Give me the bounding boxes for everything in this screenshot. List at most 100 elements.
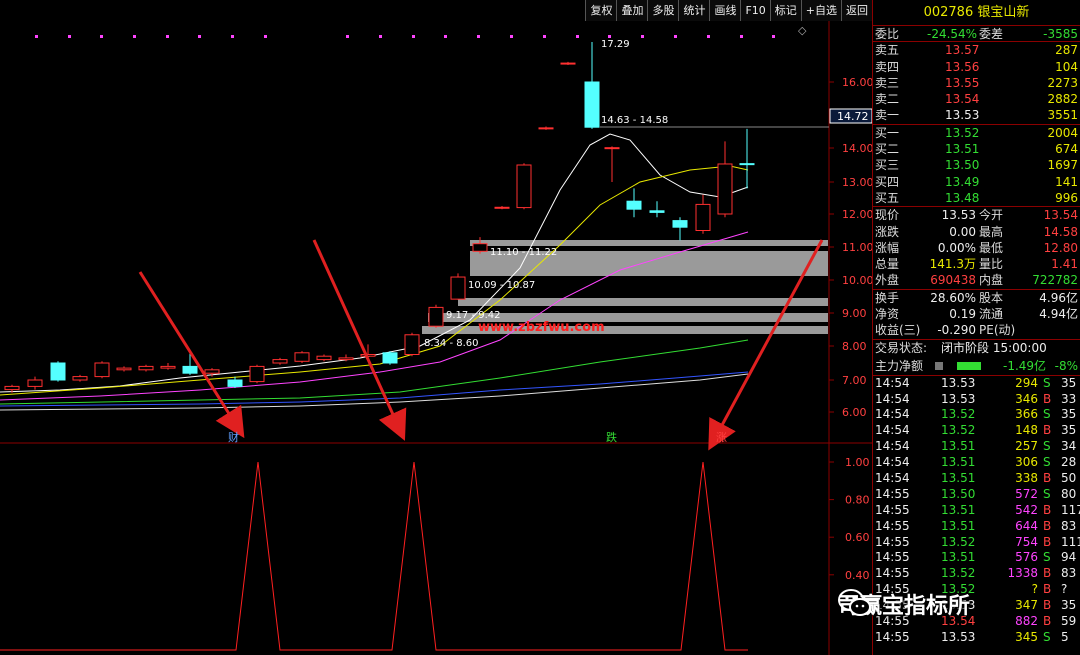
event-marker[interactable]: 跌 [606, 430, 617, 444]
mainforce-toggle-icon[interactable] [935, 361, 943, 370]
trade-time: 14:55 [875, 550, 910, 565]
candle-body[interactable] [272, 359, 288, 364]
stat-label: 最低 [979, 240, 1004, 255]
bid-row: 买二 13.51 674 [873, 141, 1080, 157]
weicha-value: -3585 [1043, 27, 1078, 41]
stat-label: 量比 [979, 257, 1004, 272]
trade-side: B [1043, 518, 1052, 533]
event-marker[interactable]: 财 [228, 430, 239, 444]
trade-price: 13.50 [941, 486, 976, 501]
candle-body[interactable] [584, 81, 600, 128]
ask-label: 卖五 [875, 43, 900, 58]
signal-dot [477, 35, 480, 38]
trade-time: 14:55 [875, 629, 910, 644]
candle-body[interactable] [672, 220, 688, 228]
signal-dot [133, 35, 136, 38]
trade-side: S [1043, 455, 1051, 470]
toolbar-button-5[interactable]: F10 [740, 0, 770, 21]
trade-time: 14:54 [875, 423, 910, 438]
price-axis-label: 14.00 [842, 142, 872, 155]
candle-body[interactable] [227, 379, 243, 387]
candle-body[interactable] [717, 163, 733, 215]
candle-body[interactable] [316, 355, 332, 361]
candle-body[interactable] [695, 203, 711, 231]
candle-body[interactable] [604, 147, 620, 150]
stat-value: 14.58 [1043, 224, 1078, 239]
candle-body[interactable] [204, 369, 220, 374]
quote-panel: 002786 银宝山新 委比 -24.54% 委差 -3585 卖五 13.57 2… [872, 0, 1080, 655]
trade-row: 14:54 13.52 148 B 35 [873, 423, 1080, 439]
candle-body[interactable] [472, 243, 488, 252]
bid-volume: 996 [1055, 190, 1078, 205]
toolbar-button-7[interactable]: +自选 [800, 0, 841, 21]
signal-dot [543, 35, 546, 38]
candle-body[interactable] [294, 352, 310, 362]
candle-body[interactable] [72, 376, 88, 381]
trade-price: 13.51 [941, 470, 976, 485]
candle-body[interactable] [27, 379, 43, 387]
trade-count: 5 [1061, 629, 1069, 644]
trade-side: S [1043, 407, 1051, 422]
candle-body[interactable] [516, 164, 532, 209]
trade-count: 35 [1061, 407, 1077, 422]
trade-time: 14:54 [875, 407, 910, 422]
signal-dot [674, 35, 677, 38]
toolbar-button-3[interactable]: 统计 [678, 0, 710, 21]
ma120-line [0, 371, 749, 407]
trade-volume: 257 [1015, 439, 1038, 454]
price-annotation: 14.63 - 14.58 [601, 115, 668, 126]
candle-body[interactable] [494, 206, 510, 209]
candle-body[interactable] [50, 362, 66, 381]
trade-side: S [1043, 486, 1051, 501]
candle-body[interactable] [94, 362, 110, 378]
candle-body[interactable] [382, 352, 398, 364]
trade-row: 14:55 13.52 1338 B 83 [873, 566, 1080, 582]
candle-body[interactable] [160, 365, 176, 369]
trade-time: 14:55 [875, 518, 910, 533]
price-annotation: 17.29 [601, 39, 630, 50]
stat-label: 总量 [875, 257, 900, 272]
candle-body[interactable] [649, 210, 665, 213]
candle-body[interactable] [116, 367, 132, 371]
toolbar-button-1[interactable]: 叠加 [616, 0, 648, 21]
trade-time: 14:54 [875, 375, 910, 390]
trade-row: 14:55 13.50 572 S 80 [873, 487, 1080, 503]
candle-body[interactable] [538, 127, 554, 130]
signal-dot [707, 35, 710, 38]
toolbar-button-0[interactable]: 复权 [585, 0, 617, 21]
signal-dot [346, 35, 349, 38]
toolbar-button-6[interactable]: 标记 [769, 0, 801, 21]
candle-body[interactable] [626, 200, 642, 210]
trade-price: 13.52 [941, 407, 976, 422]
trade-count: 50 [1061, 470, 1077, 485]
candle-body[interactable] [404, 334, 420, 355]
toolbar-button-2[interactable]: 多股 [647, 0, 679, 21]
bid-price: 13.51 [945, 142, 980, 157]
diamond-icon[interactable]: ◇ [798, 24, 807, 37]
candle-body[interactable] [182, 365, 198, 374]
trade-count: ? [1061, 582, 1068, 597]
candle-body[interactable] [338, 357, 354, 361]
stat-row: 外盘 690438 内盘 722782 [873, 272, 1080, 288]
stat-value: 0.19 [949, 307, 976, 322]
candle-body[interactable] [138, 365, 154, 371]
stat-row: 总量 141.3万 量比 1.41 [873, 256, 1080, 272]
ask-row: 卖一 13.53 3551 [873, 107, 1080, 123]
candle-body[interactable] [428, 306, 444, 327]
stat-value: 722782 [1032, 273, 1078, 288]
kline-chart[interactable]: ◇ 16.00 14.00 13.00 12.00 11.00 10.00 9.00 8.00 7… [0, 0, 872, 655]
candle-body[interactable] [739, 163, 755, 166]
chart-area[interactable]: ◇ 16.00 14.00 13.00 12.00 11.00 10.00 9.00 8.00 7… [0, 0, 872, 655]
candle-body[interactable] [249, 365, 265, 383]
toolbar-button-8[interactable]: 返回 [841, 0, 872, 21]
bid-price: 13.50 [945, 158, 980, 173]
event-marker[interactable]: 涨 [716, 431, 727, 444]
toolbar-button-4[interactable]: 画线 [709, 0, 741, 21]
bid-label: 买一 [875, 125, 900, 140]
candle-body[interactable] [4, 385, 20, 391]
candle-body[interactable] [450, 276, 466, 300]
stock-code: 002786 [923, 5, 974, 20]
weibi-label: 委比 [875, 27, 900, 41]
stat-label: 最高 [979, 224, 1004, 239]
candle-body[interactable] [560, 62, 576, 65]
